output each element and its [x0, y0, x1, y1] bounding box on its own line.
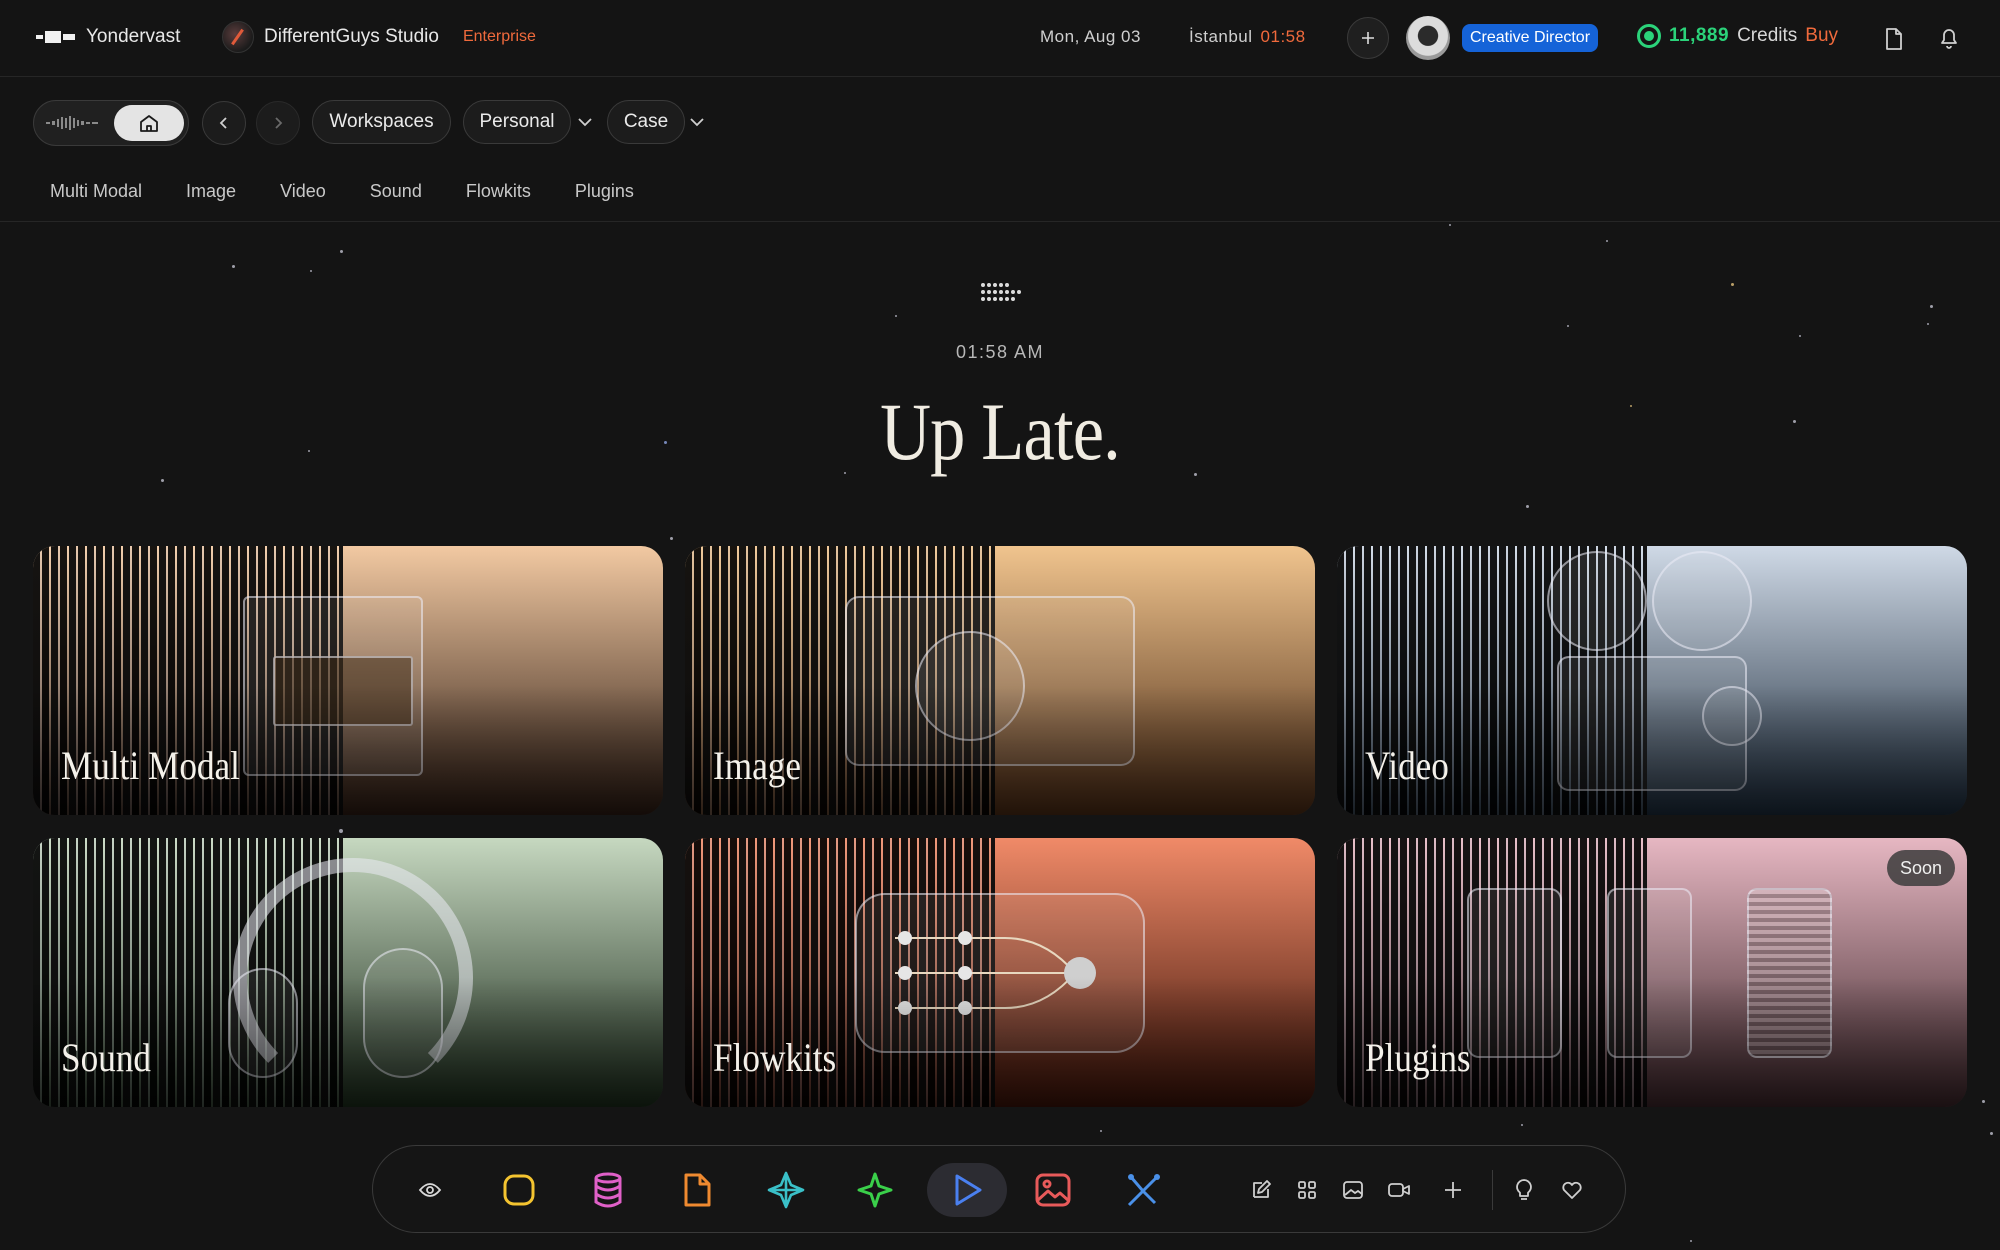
card-label: Plugins [1365, 1035, 1471, 1080]
heart-icon [1562, 1181, 1582, 1199]
film-reel-icon [1547, 551, 1647, 651]
bulb-icon [1516, 1179, 1532, 1200]
case-button[interactable]: Case [607, 100, 685, 144]
credits-label: Credits [1737, 25, 1798, 46]
compass-star-icon [767, 1171, 805, 1209]
dock-multi-modal[interactable] [492, 1163, 546, 1217]
dock-compass[interactable] [759, 1163, 813, 1217]
city-time: 01:58 [1260, 27, 1306, 46]
studio-switcher[interactable]: DifferentGuys Studio Enterprise [222, 21, 536, 53]
card-sound[interactable]: Sound [33, 838, 663, 1107]
chevron-left-icon [219, 117, 227, 129]
document-icon[interactable] [1884, 27, 1904, 51]
edit-icon [1253, 1180, 1271, 1198]
role-badge: Creative Director [1462, 24, 1599, 52]
dock-database[interactable] [581, 1163, 635, 1217]
file-icon [684, 1173, 711, 1207]
card-video[interactable]: Video [1337, 546, 1967, 815]
dock-grid[interactable] [1291, 1174, 1323, 1206]
view-toggle[interactable] [33, 100, 189, 146]
tab-flowkits[interactable]: Flowkits [466, 181, 531, 202]
city-name: İstanbul [1189, 27, 1253, 46]
card-label: Image [713, 743, 801, 788]
eye-icon [418, 1183, 442, 1197]
picture-icon [1343, 1181, 1363, 1199]
top-bar: Yondervast DifferentGuys Studio Enterpri… [0, 0, 2000, 77]
chevron-down-icon[interactable] [575, 112, 595, 132]
add-button[interactable] [1347, 17, 1389, 59]
dock-picture[interactable] [1337, 1174, 1369, 1206]
waveform-icon [46, 116, 98, 130]
tabs-divider [0, 221, 2000, 222]
dock-video[interactable] [1383, 1174, 1415, 1206]
dock-add[interactable] [1437, 1174, 1469, 1206]
back-button[interactable] [202, 101, 246, 145]
card-image[interactable]: Image [685, 546, 1315, 815]
home-button[interactable] [114, 105, 184, 141]
plus-icon [1362, 32, 1374, 44]
studio-logo-icon [222, 21, 254, 53]
credits-icon [1637, 24, 1661, 48]
dock-separator [1492, 1170, 1493, 1210]
personal-button[interactable]: Personal [463, 100, 571, 144]
workspaces-button[interactable]: Workspaces [312, 100, 451, 144]
card-flowkits[interactable]: Flowkits [685, 838, 1315, 1107]
category-tabs: Multi Modal Image Video Sound Flowkits P… [50, 181, 678, 202]
hero-title: Up Late. [880, 386, 1121, 477]
tab-video[interactable]: Video [280, 181, 326, 202]
card-label: Sound [61, 1035, 151, 1080]
film-reel-icon [1652, 551, 1752, 651]
sparkle-icon [857, 1172, 893, 1208]
card-label: Flowkits [713, 1035, 837, 1080]
dock-branch[interactable] [1115, 1163, 1169, 1217]
dock-image[interactable] [1026, 1163, 1080, 1217]
date-label: Mon, Aug 03 [1040, 27, 1141, 46]
branch-icon [1127, 1174, 1160, 1207]
dock-sparkle[interactable] [848, 1163, 902, 1217]
play-icon [955, 1174, 982, 1206]
tab-image[interactable]: Image [186, 181, 236, 202]
chevron-right-icon [275, 117, 283, 129]
dock-eye[interactable] [403, 1163, 457, 1217]
dock-file[interactable] [670, 1163, 724, 1217]
brand[interactable]: Yondervast [36, 26, 180, 48]
dock [372, 1145, 1626, 1233]
tab-multi-modal[interactable]: Multi Modal [50, 181, 142, 202]
tab-plugins[interactable]: Plugins [575, 181, 634, 202]
hero-time: 01:58 AM [955, 342, 1045, 362]
studio-name: DifferentGuys Studio [264, 26, 439, 47]
forward-button[interactable] [256, 101, 300, 145]
card-multi-modal[interactable]: Multi Modal [33, 546, 663, 815]
home-icon [140, 115, 158, 132]
tab-sound[interactable]: Sound [370, 181, 422, 202]
credits-count: 11,889 [1669, 25, 1730, 46]
video-camera-icon [1388, 1183, 1410, 1197]
soon-badge: Soon [1886, 850, 1955, 886]
card-label: Multi Modal [61, 743, 240, 788]
brand-name: Yondervast [86, 26, 181, 47]
grid-icon [1298, 1181, 1316, 1199]
brand-logo-icon [36, 30, 76, 44]
chevron-down-icon[interactable] [687, 112, 707, 132]
plus-icon [1445, 1182, 1461, 1198]
city-clock: İstanbul 01:58 [1189, 27, 1306, 47]
dock-favorites[interactable] [1556, 1174, 1588, 1206]
dock-ideas[interactable] [1508, 1174, 1540, 1206]
card-plugins[interactable]: Plugins Soon [1337, 838, 1967, 1107]
dock-play[interactable] [927, 1163, 1007, 1217]
credits: 11,889 Credits Buy [1637, 24, 1838, 48]
dot-grid-logo-icon [981, 283, 1021, 301]
square-icon [503, 1174, 535, 1206]
plan-label: Enterprise [462, 28, 536, 45]
bell-icon[interactable] [1938, 26, 1960, 50]
buy-link[interactable]: Buy [1805, 25, 1838, 47]
database-icon [594, 1172, 622, 1208]
avatar[interactable] [1406, 16, 1450, 60]
card-label: Video [1365, 743, 1449, 788]
image-icon [1035, 1173, 1071, 1207]
dock-edit[interactable] [1245, 1174, 1277, 1206]
